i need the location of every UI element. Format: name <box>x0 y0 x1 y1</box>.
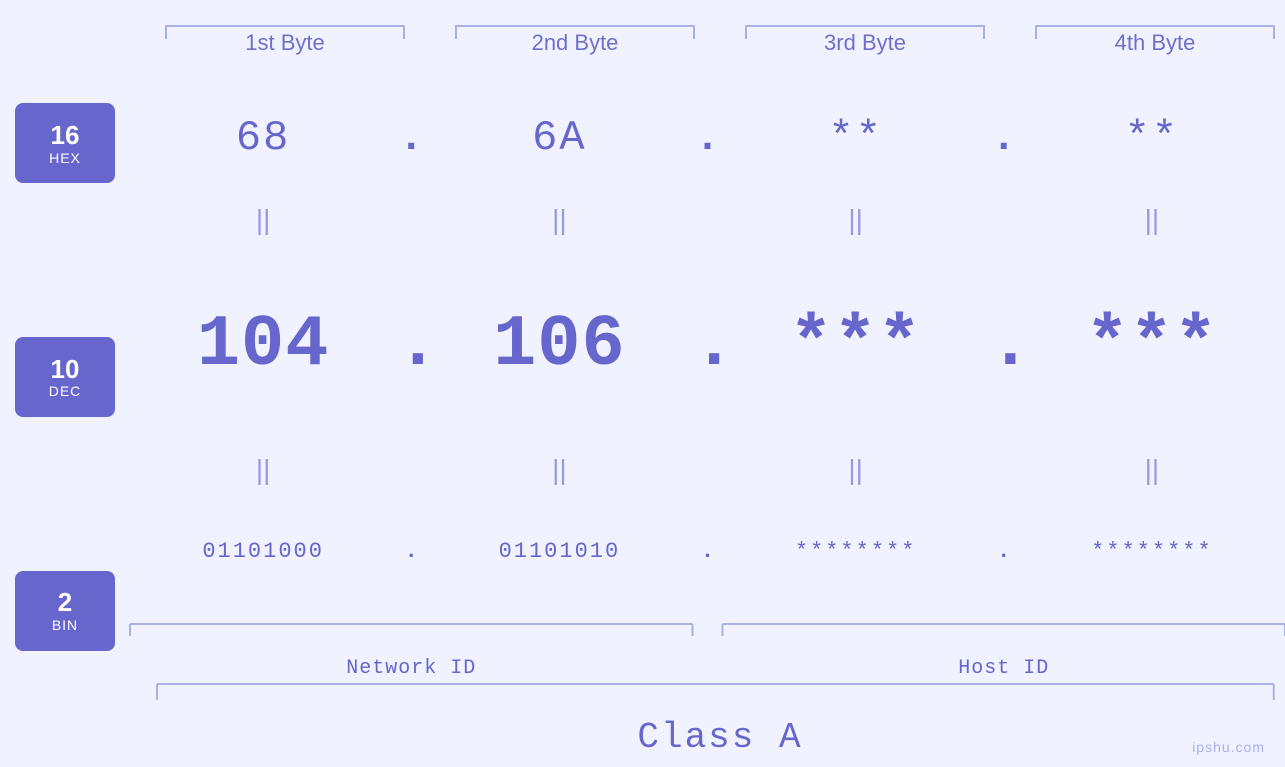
bin-row: 01101000 . 01101010 . ******** . *******… <box>130 488 1285 616</box>
bin-byte4: ******** <box>1091 539 1213 564</box>
id-labels: Network ID Host ID <box>130 657 1285 680</box>
hex-badge: 16 HEX <box>15 103 115 183</box>
hex-row: 68 . 6A . ** . ** <box>130 74 1285 202</box>
dot-3-4-hex: . <box>989 114 1019 162</box>
hex-byte3: ** <box>828 114 882 162</box>
hex-byte2: 6A <box>532 114 586 162</box>
network-id-label: Network ID <box>130 657 693 680</box>
dot-3-4-bin: . <box>989 539 1019 564</box>
hex-byte1: 68 <box>236 114 290 162</box>
dec-row: 104 . 106 . *** . *** <box>130 238 1285 452</box>
class-label: Class A <box>637 717 802 758</box>
dot-3-4-dec: . <box>989 304 1019 386</box>
bin-byte2: 01101010 <box>499 539 621 564</box>
bracket-byte2 <box>445 20 705 40</box>
equals-row-2: || || || || <box>130 452 1285 488</box>
bin-badge: 2 BIN <box>15 571 115 651</box>
bracket-byte1 <box>155 20 415 40</box>
dot-2-3-bin: . <box>693 539 723 564</box>
dot-1-2-bin: . <box>396 539 426 564</box>
dec-byte2: 106 <box>493 304 626 386</box>
top-brackets <box>0 20 1285 40</box>
watermark: ipshu.com <box>1192 739 1265 755</box>
host-id-label: Host ID <box>723 657 1285 680</box>
class-row: Class A <box>0 707 1285 767</box>
dec-byte3: *** <box>789 304 922 386</box>
dec-byte4: *** <box>1086 304 1219 386</box>
dot-1-2-hex: . <box>396 114 426 162</box>
equals-row-1: || || || || <box>130 202 1285 238</box>
hex-byte4: ** <box>1125 114 1179 162</box>
bracket-byte3 <box>735 20 995 40</box>
base-labels-column: 16 HEX 10 DEC 2 BIN <box>0 74 130 680</box>
full-bracket-svg <box>155 682 1285 702</box>
main-container: 1st Byte 2nd Byte 3rd Byte 4th Byte 16 H… <box>0 0 1285 767</box>
bracket-byte4 <box>1025 20 1285 40</box>
dec-byte1: 104 <box>197 304 330 386</box>
dec-badge: 10 DEC <box>15 337 115 417</box>
bin-byte1: 01101000 <box>202 539 324 564</box>
dot-1-2-dec: . <box>396 304 426 386</box>
bin-byte3: ******** <box>795 539 917 564</box>
dot-2-3-dec: . <box>693 304 723 386</box>
dot-2-3-hex: . <box>693 114 723 162</box>
bottom-brackets-area: Network ID Host ID <box>130 620 1285 680</box>
full-bracket-area <box>0 682 1285 707</box>
